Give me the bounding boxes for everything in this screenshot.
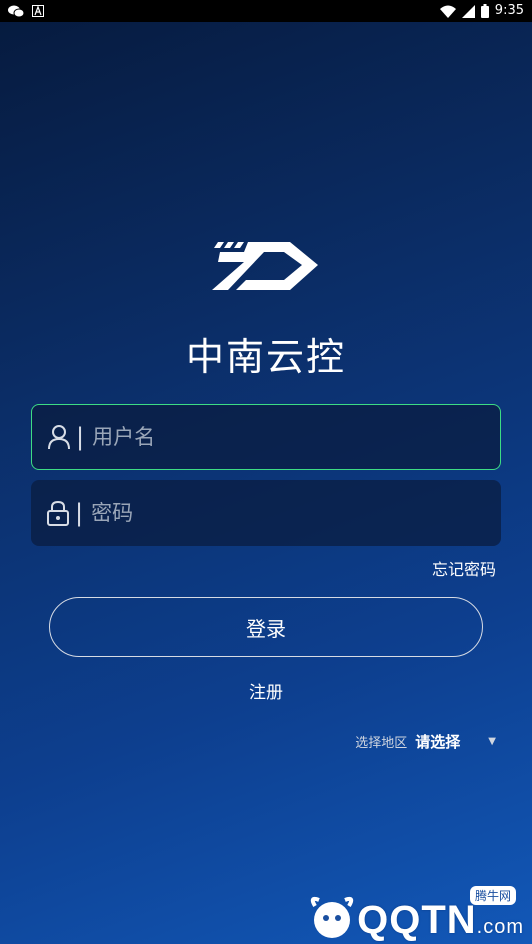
watermark-badge: 腾牛网: [469, 886, 516, 905]
chat-icon: [8, 5, 24, 18]
status-right: 9:35: [439, 0, 524, 22]
wifi-icon: [439, 5, 456, 18]
status-bar: 9:35: [0, 0, 532, 22]
bull-logo-icon: [310, 896, 354, 938]
site-watermark: QQTN.com 腾牛网: [307, 886, 524, 942]
username-separator: |: [76, 423, 85, 451]
forgot-password-link[interactable]: 忘记密码: [432, 556, 496, 580]
battery-icon: [480, 4, 489, 18]
status-time: 9:35: [494, 3, 524, 18]
region-selected-value[interactable]: 请选择: [415, 731, 460, 752]
login-button[interactable]: 登录: [49, 597, 483, 657]
lock-icon: [43, 498, 73, 528]
password-input[interactable]: [91, 480, 501, 546]
chevron-down-icon[interactable]: ▼: [488, 736, 496, 747]
region-selector[interactable]: 选择地区 请选择 ▼: [355, 731, 496, 752]
a-notification-icon: [32, 5, 44, 17]
user-icon: [44, 422, 74, 452]
password-separator: |: [75, 499, 84, 527]
status-left: [8, 5, 44, 18]
region-label: 选择地区: [355, 736, 408, 751]
zd-logo-icon: [210, 238, 322, 294]
username-field[interactable]: |: [31, 404, 501, 470]
password-field[interactable]: |: [31, 480, 501, 546]
register-link[interactable]: 注册: [0, 678, 532, 703]
signal-icon: [461, 4, 475, 18]
username-input[interactable]: [92, 405, 500, 469]
watermark-text: QQTN.com: [357, 898, 524, 942]
app-title: 中南云控: [185, 335, 346, 379]
